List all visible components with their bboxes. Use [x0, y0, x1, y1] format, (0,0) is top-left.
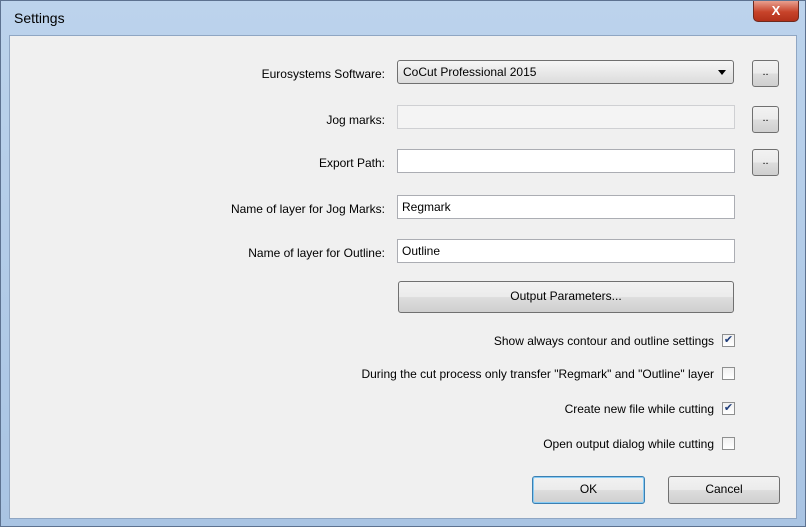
software-select[interactable]: CoCut Professional 2015 [397, 60, 734, 84]
software-browse-button[interactable]: .. [752, 60, 779, 87]
jog-layer-label: Name of layer for Jog Marks: [230, 202, 385, 216]
title-bar[interactable]: Settings X [1, 1, 805, 35]
output-parameters-button[interactable]: Output Parameters... [398, 281, 734, 313]
window-title: Settings [14, 10, 65, 26]
jog-marks-label: Jog marks: [326, 113, 385, 127]
settings-window: Settings X Eurosystems Software: CoCut P… [0, 0, 806, 527]
jog-marks-field [397, 105, 735, 129]
export-path-label: Export Path: [318, 156, 385, 170]
software-select-value: CoCut Professional 2015 [403, 65, 537, 79]
outline-layer-field[interactable]: Outline [397, 239, 735, 263]
open-output-dialog-checkbox[interactable] [722, 437, 735, 450]
cancel-button[interactable]: Cancel [668, 476, 780, 504]
jog-marks-browse-button[interactable]: .. [752, 106, 779, 133]
checkmark-icon: ✔ [723, 402, 734, 414]
create-new-file-checkbox[interactable]: ✔ [722, 402, 735, 415]
export-path-browse-button[interactable]: .. [752, 149, 779, 176]
outline-layer-label: Name of layer for Outline: [248, 246, 385, 260]
option-label: Open output dialog while cutting [543, 437, 714, 451]
export-path-field[interactable] [397, 149, 735, 173]
close-button[interactable]: X [753, 1, 799, 22]
software-label: Eurosystems Software: [261, 67, 385, 81]
option-label: During the cut process only transfer "Re… [361, 367, 714, 381]
show-contour-checkbox[interactable]: ✔ [722, 334, 735, 347]
option-label: Show always contour and outline settings [493, 334, 714, 348]
transfer-layers-checkbox[interactable] [722, 367, 735, 380]
settings-panel: Eurosystems Software: CoCut Professional… [9, 35, 797, 519]
checkmark-icon: ✔ [723, 334, 734, 346]
ok-button[interactable]: OK [532, 476, 645, 504]
chevron-down-icon [718, 70, 726, 75]
close-icon[interactable]: X [772, 3, 781, 18]
jog-layer-field[interactable]: Regmark [397, 195, 735, 219]
option-label: Create new file while cutting [564, 402, 714, 416]
